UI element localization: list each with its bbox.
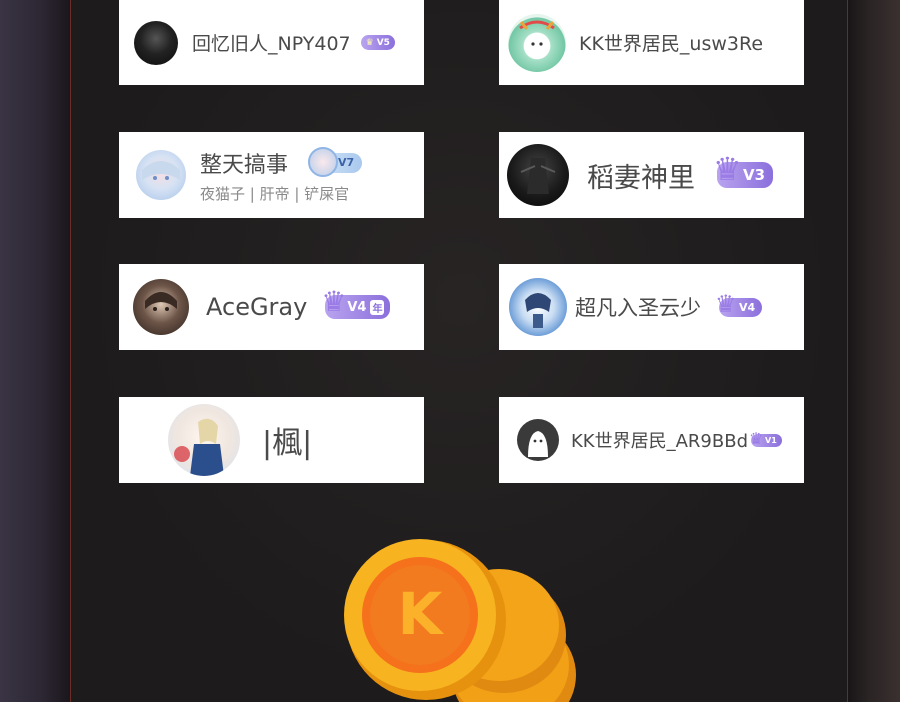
- user-card[interactable]: KK世界居民_usw3Re: [499, 0, 804, 85]
- warrior-figure-icon: [520, 158, 556, 194]
- coin-icon: K: [344, 539, 576, 702]
- anime-face-icon: [142, 161, 180, 180]
- vip-level-badge: ♛ V4 年: [321, 285, 391, 319]
- ghost-icon: [519, 20, 555, 59]
- user-card[interactable]: 回忆旧人_NPY407 ♛ V5: [119, 0, 424, 85]
- user-avatar[interactable]: [136, 150, 186, 200]
- user-avatar[interactable]: [508, 13, 566, 72]
- crown-icon: ♛: [365, 37, 374, 48]
- user-name: 回忆旧人_NPY407: [192, 33, 351, 55]
- user-avatar[interactable]: [133, 279, 189, 335]
- badge-avatar-icon: [308, 146, 339, 177]
- crown-icon: ♛: [715, 289, 737, 318]
- vip-level-badge: ♛ V4: [715, 290, 763, 318]
- vip-level-text: V7: [338, 156, 355, 169]
- anime-character-icon: [174, 418, 224, 476]
- portrait-icon: [145, 292, 177, 311]
- user-name: AceGray: [206, 293, 308, 321]
- user-avatar[interactable]: [517, 419, 559, 461]
- user-name: KK世界居民_AR9BBd: [571, 431, 749, 452]
- user-avatar[interactable]: [168, 404, 240, 476]
- user-name: KK世界居民_usw3Re: [579, 33, 764, 55]
- user-name: 整天搞事: [200, 152, 289, 178]
- user-avatar[interactable]: [507, 144, 569, 206]
- background-left: [0, 0, 70, 702]
- background-right: [848, 0, 900, 702]
- user-name: |楓|: [262, 426, 313, 461]
- crown-icon: ♛: [321, 285, 347, 318]
- crown-icon: ♛: [713, 150, 742, 188]
- user-card[interactable]: 稻妻神里 ♛ V3: [499, 132, 804, 218]
- user-avatar[interactable]: [134, 20, 178, 65]
- user-tags: 夜猫子 | 肝帝 | 铲屎官: [200, 184, 350, 203]
- user-name: 稻妻神里: [587, 162, 695, 194]
- vip-level-badge: V7: [308, 146, 363, 177]
- user-avatar[interactable]: [509, 278, 567, 336]
- annual-tag: 年: [370, 299, 385, 315]
- user-card[interactable]: |楓|: [119, 397, 424, 483]
- vip-level-text: V3: [743, 166, 766, 184]
- vip-level-badge: ♛ V1: [749, 429, 782, 448]
- anime-character-icon: [525, 293, 551, 328]
- user-card[interactable]: 超凡入圣云少 ♛ V4: [499, 264, 804, 350]
- user-card[interactable]: 整天搞事 V7 夜猫子 | 肝帝 | 铲屎官: [119, 132, 424, 218]
- user-card[interactable]: KK世界居民_AR9BBd ♛ V1: [499, 397, 804, 483]
- user-name: 超凡入圣云少: [575, 296, 701, 320]
- vip-level-badge: ♛ V5: [360, 35, 395, 50]
- vip-level-badge: ♛ V3: [713, 150, 774, 188]
- vip-level-text: V4: [347, 299, 367, 315]
- ghost-icon: [528, 431, 548, 457]
- user-info: 整天搞事 V7 夜猫子 | 肝帝 | 铲屎官: [200, 146, 363, 204]
- coin-logo-text: K: [398, 580, 445, 648]
- crown-icon: ♛: [749, 428, 764, 448]
- user-card[interactable]: AceGray ♛ V4 年: [119, 264, 424, 350]
- vip-level-text: V5: [376, 37, 390, 48]
- vip-level-text: V4: [739, 300, 756, 314]
- vip-level-text: V1: [765, 435, 777, 445]
